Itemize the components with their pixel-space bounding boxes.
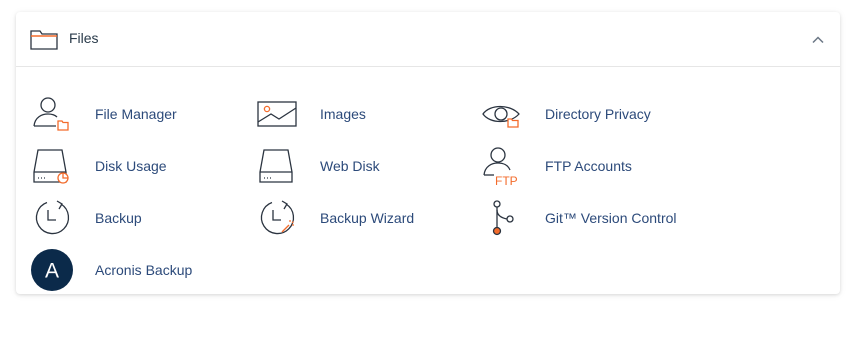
images-icon [255,92,299,136]
images-label: Images [320,106,366,122]
web-disk-label: Web Disk [320,158,380,174]
backup-label: Backup [95,210,142,226]
git-version-control-label: Git™ Version Control [545,210,677,226]
disk-usage-icon [30,144,74,188]
directory-privacy-icon [480,92,524,136]
svg-text:FTP: FTP [495,174,518,188]
svg-text:A: A [45,260,59,283]
files-panel: Files File Manager Images Directory Priv… [16,12,840,294]
acronis-backup-label: Acronis Backup [95,262,193,278]
folder-icon [30,28,58,50]
web-disk-icon [255,144,299,188]
file-manager-label: File Manager [95,106,177,122]
backup-wizard-icon [255,196,299,240]
backup-wizard-label: Backup Wizard [320,210,415,226]
acronis-icon: A [30,248,74,292]
git-version-control-link[interactable]: Git™ Version Control [480,196,677,240]
panel-title: Files [69,30,99,46]
ftp-accounts-link[interactable]: FTP FTP Accounts [480,144,632,188]
file-manager-icon [30,92,74,136]
web-disk-link[interactable]: Web Disk [255,144,380,188]
backup-icon [30,196,74,240]
directory-privacy-link[interactable]: Directory Privacy [480,92,651,136]
acronis-backup-link[interactable]: A Acronis Backup [30,248,192,292]
files-panel-header[interactable]: Files [16,12,840,67]
files-panel-body: File Manager Images Directory Privacy Di… [16,68,840,294]
git-version-control-icon [480,196,524,240]
ftp-accounts-label: FTP Accounts [545,158,632,174]
directory-privacy-label: Directory Privacy [545,106,651,122]
chevron-up-icon[interactable] [810,32,826,48]
disk-usage-label: Disk Usage [95,158,167,174]
disk-usage-link[interactable]: Disk Usage [30,144,167,188]
backup-wizard-link[interactable]: Backup Wizard [255,196,414,240]
images-link[interactable]: Images [255,92,366,136]
ftp-accounts-icon: FTP [480,144,524,188]
backup-link[interactable]: Backup [30,196,142,240]
file-manager-link[interactable]: File Manager [30,92,177,136]
